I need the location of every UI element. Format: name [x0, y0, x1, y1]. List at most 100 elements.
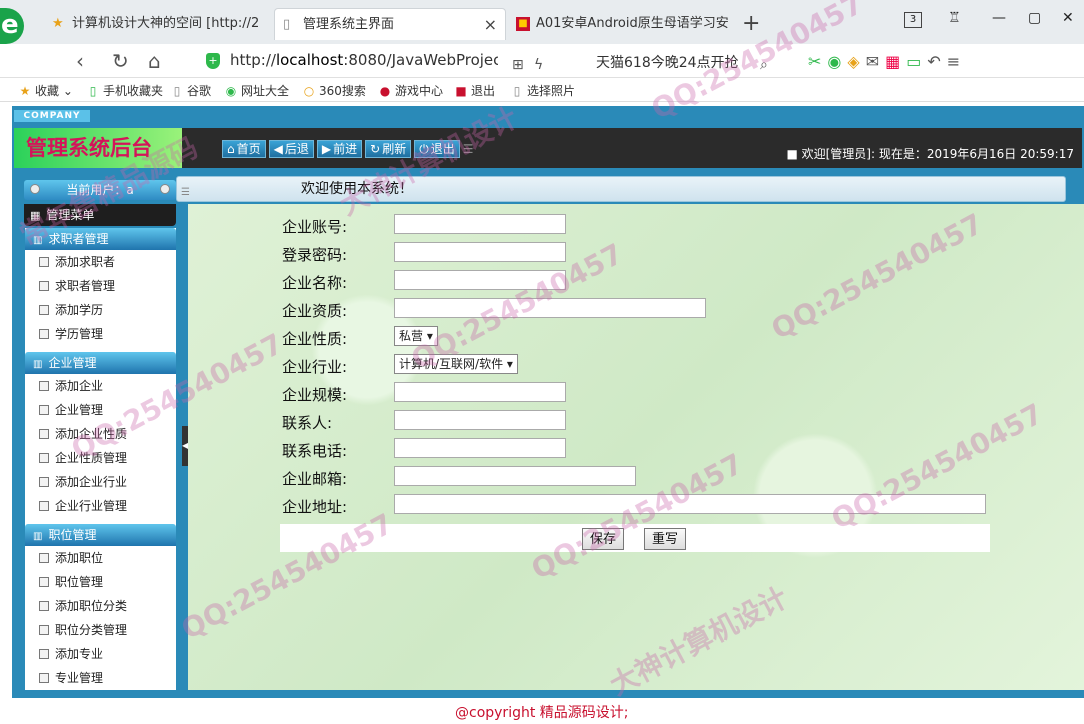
doc-icon	[39, 673, 49, 683]
doc-icon	[39, 381, 49, 391]
search-icon[interactable]: ⌕	[760, 53, 768, 77]
qualification-input[interactable]	[394, 298, 706, 318]
password-input[interactable]	[394, 242, 566, 262]
sidebar-item[interactable]: 添加专业	[25, 642, 176, 666]
current-user-box: 当前用户：a	[24, 180, 176, 200]
back-button[interactable]: ◀ 后退	[268, 140, 314, 158]
shirt-icon[interactable]: ♖	[948, 10, 961, 26]
close-window-icon[interactable]: ✕	[1062, 10, 1074, 26]
save-button[interactable]: 保存	[582, 528, 625, 550]
group-title[interactable]: ▥ 企业管理	[25, 352, 176, 374]
reload-icon[interactable]: ↻	[112, 49, 129, 73]
minimize-icon[interactable]: —	[992, 10, 1006, 26]
sidebar-item[interactable]: 添加企业	[25, 374, 176, 398]
address-label: 企业地址:	[282, 498, 348, 516]
current-user-label: 当前用户：a	[66, 183, 134, 197]
footer-copyright: @copyright 精品源码设计;	[455, 705, 629, 721]
phone-input[interactable]	[394, 438, 566, 458]
bookmark-360[interactable]: ○ 360搜索	[302, 82, 366, 99]
form-button-row: 保存 重写	[280, 524, 990, 552]
sidebar-item[interactable]: 添加职位	[25, 546, 176, 570]
back-icon[interactable]: ‹	[76, 49, 84, 73]
nature-select[interactable]: 私营 ▾	[394, 326, 438, 346]
url-path: :8080/JavaWebProject/l	[343, 51, 498, 69]
page-icon: ▯	[513, 84, 521, 98]
bookmark-mobile[interactable]: ▯ 手机收藏夹	[86, 82, 163, 99]
bookmark-games[interactable]: ● 游戏中心	[378, 82, 443, 99]
new-tab-button[interactable]: +	[742, 8, 760, 40]
browser-tab-active[interactable]: ▯ 管理系统主界面 ×	[274, 8, 506, 40]
promo-search-text[interactable]: 天猫618今晚24点开抢	[596, 52, 739, 72]
lightning-icon[interactable]: ϟ	[534, 53, 543, 77]
menu-group-jobseekers: ▥ 求职者管理 添加求职者 求职者管理 添加学历 学历管理	[25, 228, 176, 346]
game-icon: ●	[379, 84, 391, 98]
maximize-icon[interactable]: ▢	[1028, 10, 1041, 26]
scale-input[interactable]	[394, 382, 566, 402]
browser-tab-3[interactable]: ■ A01安卓Android原生母语学习安	[508, 8, 736, 40]
sidebar-item[interactable]: 添加求职者	[25, 250, 176, 274]
translate-icon: ◉	[827, 52, 848, 71]
contact-label: 联系人:	[282, 414, 333, 432]
doc-icon	[39, 305, 49, 315]
reset-button[interactable]: 重写	[644, 528, 687, 550]
sidebar-item[interactable]: 职位管理	[25, 570, 176, 594]
security-shield-icon: +	[206, 53, 220, 69]
sidebar-item[interactable]: 企业行业管理	[25, 494, 176, 518]
qr-icon[interactable]: ⊞	[512, 53, 524, 77]
logout-button[interactable]: ⏻ 退出	[414, 140, 460, 158]
red-app-icon: ■	[516, 17, 530, 31]
group-title[interactable]: ▥ 职位管理	[25, 524, 176, 546]
group-title[interactable]: ▥ 求职者管理	[25, 228, 176, 250]
sidebar-item[interactable]: 求职者管理	[25, 274, 176, 298]
sidebar-item[interactable]: 专业管理	[25, 666, 176, 690]
close-icon[interactable]: ×	[484, 9, 497, 40]
pin-icon	[30, 184, 40, 194]
url-protocol: http://	[230, 51, 276, 69]
refresh-button[interactable]: ↻ 刷新	[365, 140, 412, 158]
menu-group-positions: ▥ 职位管理 添加职位 职位管理 添加职位分类 职位分类管理 添加专业 专业管理	[25, 524, 176, 690]
bookmark-sites[interactable]: ◉ 网址大全	[224, 82, 289, 99]
sidebar-item[interactable]: 添加学历	[25, 298, 176, 322]
industry-select[interactable]: 计算机/互联网/软件 ▾	[394, 354, 518, 374]
tab-title: A01安卓Android原生母语学习安	[536, 16, 729, 31]
phone-label: 联系电话:	[282, 442, 348, 460]
doc-icon	[39, 453, 49, 463]
sidebar-item[interactable]: 添加企业性质	[25, 422, 176, 446]
sidebar-item[interactable]: 企业性质管理	[25, 446, 176, 470]
email-label: 企业邮箱:	[282, 470, 348, 488]
menu-icon: ≡	[946, 52, 967, 71]
toolbar-icons[interactable]: ✂◉◈✉▦▭↶≡	[808, 52, 966, 71]
doc-icon	[39, 501, 49, 511]
folder-icon: ▥	[33, 235, 43, 246]
home-icon: ⌂	[227, 142, 235, 156]
address-input[interactable]	[394, 494, 986, 514]
forward-button[interactable]: ▶ 前进	[316, 140, 363, 158]
tab-title: 计算机设计大神的空间 [http://2	[72, 16, 260, 31]
sidebar-item[interactable]: 添加职位分类	[25, 594, 176, 618]
password-label: 登录密码:	[282, 246, 348, 264]
bookmark-exit[interactable]: ■ 退出	[454, 82, 495, 99]
bookmark-photos[interactable]: ▯ 选择照片	[510, 82, 575, 99]
account-input[interactable]	[394, 214, 566, 234]
tab-count-badge[interactable]: 3	[904, 12, 922, 28]
sidebar-item[interactable]: 学历管理	[25, 322, 176, 346]
sidebar-item[interactable]: 添加企业行业	[25, 470, 176, 494]
menu-header: ▦ 管理菜单	[24, 204, 176, 226]
email-input[interactable]	[394, 466, 636, 486]
scale-label: 企业规模:	[282, 386, 348, 404]
battery-icon: ▭	[906, 52, 928, 71]
address-bar[interactable]: http://localhost:8080/JavaWebProject/l	[230, 51, 498, 69]
bookmark-google[interactable]: ▯ 谷歌	[170, 82, 211, 99]
main-content: 企业账号: 登录密码: 企业名称: 企业资质: 企业性质: 私营 ▾ 企业行业:…	[188, 204, 1084, 690]
browser-logo-icon: e	[0, 8, 24, 44]
bookmark-favorites[interactable]: ★ 收藏 ⌄	[18, 82, 73, 99]
browser-tab-1[interactable]: ★ 计算机设计大神的空间 [http://2	[44, 8, 272, 40]
home-icon[interactable]: ⌂	[148, 49, 161, 73]
sidebar-item[interactable]: 企业管理	[25, 398, 176, 422]
admin-app: COMPANY 管理系统后台 ⌂ 首页 ◀ 后退 ▶ 前进 ↻ 刷新 ⏻ 退出 ☰ ■ 欢迎[管理员…	[12, 106, 1084, 698]
contact-input[interactable]	[394, 410, 566, 430]
doc-icon	[39, 281, 49, 291]
company-name-input[interactable]	[394, 270, 566, 290]
home-button[interactable]: ⌂ 首页	[222, 140, 266, 158]
sidebar-item[interactable]: 职位分类管理	[25, 618, 176, 642]
